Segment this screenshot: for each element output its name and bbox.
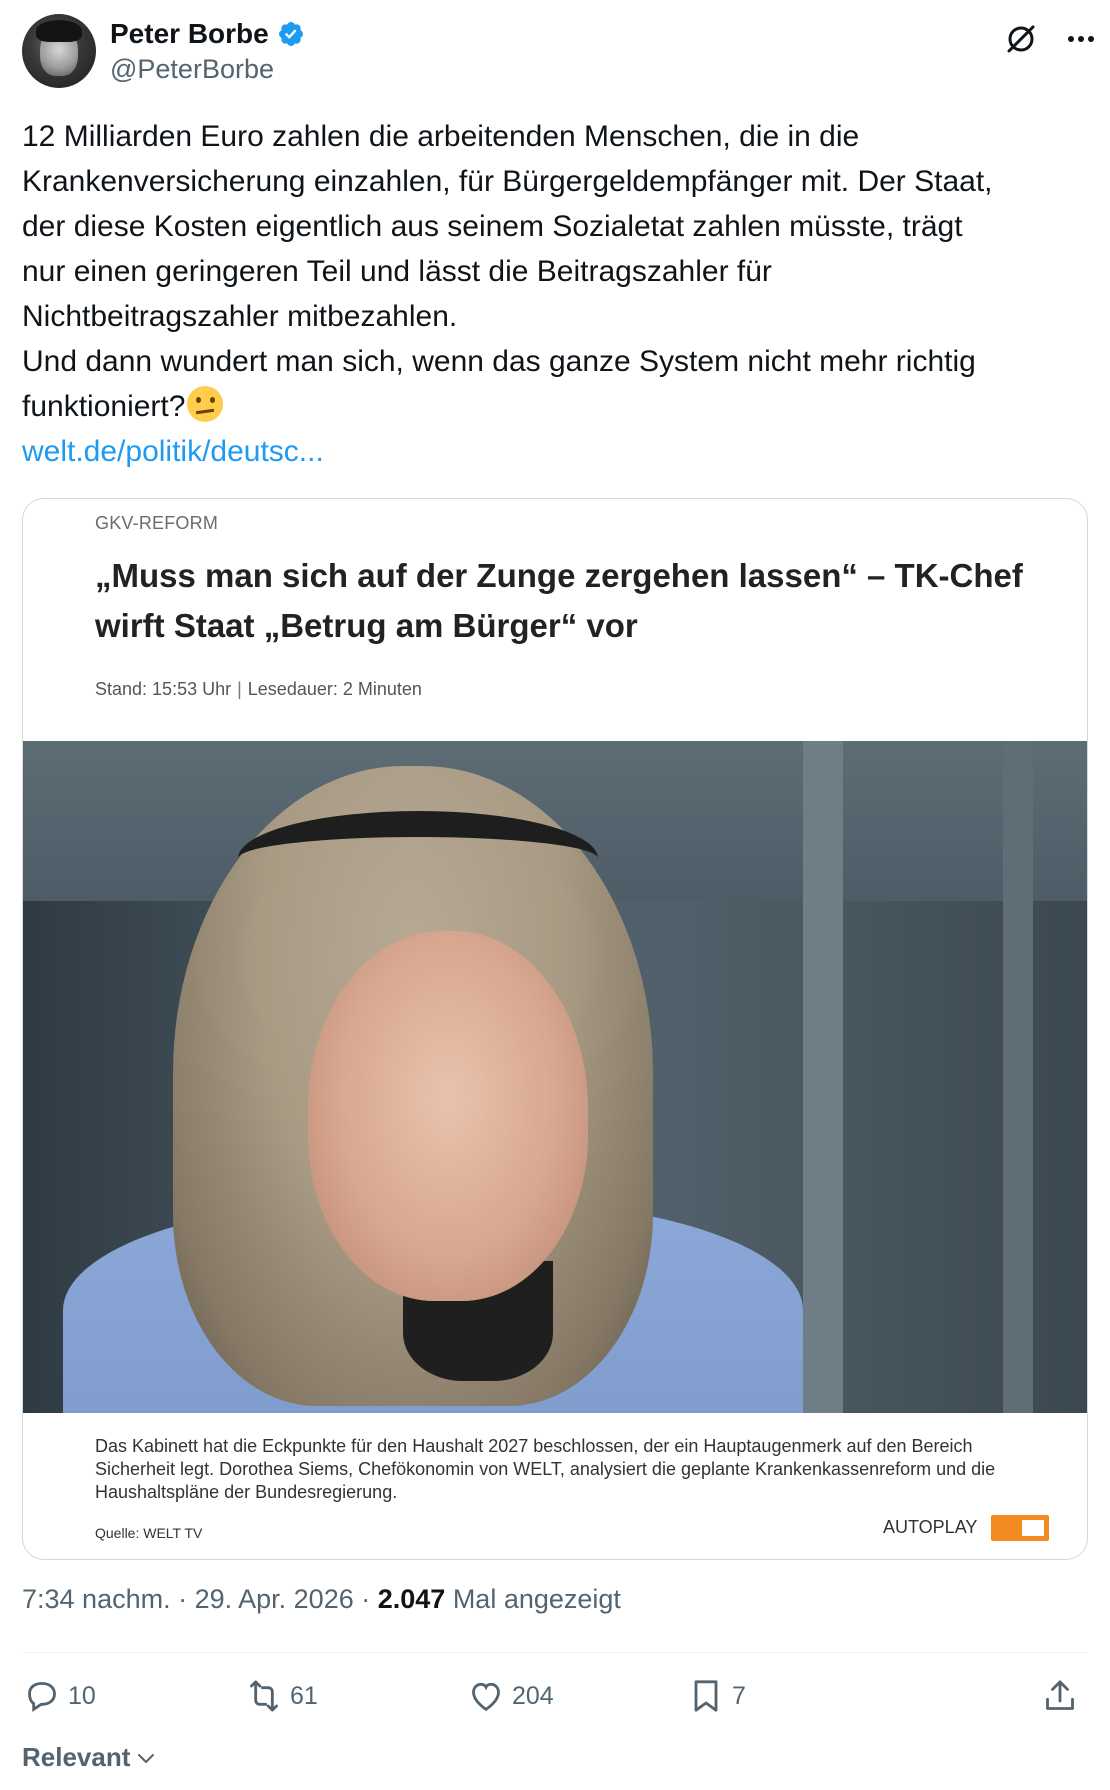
tweet-text-line: nur einen geringeren Teil und lässt die …	[22, 255, 772, 288]
repost-button[interactable]: 61	[244, 1676, 318, 1716]
reply-sort-label: Relevant	[22, 1742, 131, 1772]
tweet-header: Peter Borbe @PeterBorbe	[22, 14, 1094, 90]
meta-separator: |	[237, 679, 242, 699]
article-lesedauer: Lesedauer: 2 Minuten	[247, 679, 422, 699]
author-name[interactable]: Peter Borbe	[110, 18, 269, 50]
tweet-text-line: der diese Kosten eigentlich aus seinem S…	[22, 210, 963, 243]
tweet-text-line: Krankenversicherung einzahlen, für Bürge…	[22, 165, 993, 198]
article-meta: Stand: 15:53 Uhr | Lesedauer: 2 Minuten	[95, 679, 422, 700]
tweet-text-line: Und dann wundert man sich, wenn das ganz…	[22, 345, 976, 378]
article-caption: Das Kabinett hat die Eckpunkte für den H…	[95, 1436, 996, 1502]
article-headline[interactable]: „Muss man sich auf der Zunge zergehen la…	[95, 551, 1035, 651]
heart-icon	[472, 1682, 500, 1712]
bookmark-count: 7	[732, 1681, 746, 1710]
tweet-time-date[interactable]: 7:34 nachm. · 29. Apr. 2026 ·	[22, 1584, 378, 1614]
repost-count: 61	[290, 1681, 318, 1710]
article-card[interactable]: GKV-REFORM „Muss man sich auf der Zunge …	[22, 498, 1088, 1560]
verified-badge-icon	[278, 22, 303, 46]
tweet-text-line: funktioniert?	[22, 390, 186, 423]
divider	[22, 1652, 1088, 1653]
like-button[interactable]: 204	[466, 1676, 554, 1716]
more-options-icon[interactable]	[1060, 18, 1102, 60]
avatar[interactable]	[22, 14, 96, 88]
author-handle[interactable]: @PeterBorbe	[110, 54, 274, 85]
grok-icon[interactable]	[1000, 18, 1042, 60]
tweet-text-line: Nichtbeitragszahler mitbezahlen.	[22, 300, 458, 333]
views-label: Mal angezeigt	[445, 1584, 621, 1614]
face-with-raised-eyebrow-icon	[187, 386, 224, 422]
action-bar: 10 61 204 7	[22, 1676, 1088, 1726]
article-source: Quelle: WELT TV	[95, 1525, 203, 1541]
tweet-text-line: 12 Milliarden Euro zahlen die arbeitende…	[22, 120, 860, 153]
autoplay-label: AUTOPLAY	[883, 1517, 978, 1537]
reply-button[interactable]: 10	[22, 1676, 96, 1716]
tweet-text-line-last: funktioniert?	[22, 384, 1092, 429]
reply-sort-dropdown[interactable]: Relevant	[22, 1742, 158, 1773]
bookmark-button[interactable]: 7	[686, 1676, 746, 1716]
views-count: 2.047	[377, 1584, 446, 1614]
tweet-timestamp: 7:34 nachm. · 29. Apr. 2026 · 2.047 Mal …	[22, 1584, 621, 1615]
autoplay-toggle[interactable]	[991, 1515, 1049, 1541]
chevron-down-icon	[138, 1753, 155, 1763]
author-name-row[interactable]: Peter Borbe	[110, 18, 305, 50]
share-button[interactable]	[1040, 1676, 1080, 1716]
article-link[interactable]: welt.de/politik/deutsc...	[22, 429, 1092, 474]
tweet-text: 12 Milliarden Euro zahlen die arbeitende…	[22, 114, 1092, 474]
bookmark-icon	[694, 1680, 718, 1712]
article-kicker: GKV-REFORM	[95, 513, 219, 533]
article-video-thumbnail[interactable]	[23, 741, 1087, 1413]
like-count: 204	[512, 1681, 554, 1710]
article-stand: Stand: 15:53 Uhr	[95, 679, 232, 699]
reply-icon	[28, 1682, 56, 1712]
reply-count: 10	[68, 1681, 96, 1710]
repost-icon	[250, 1680, 278, 1712]
share-icon	[1046, 1680, 1074, 1710]
